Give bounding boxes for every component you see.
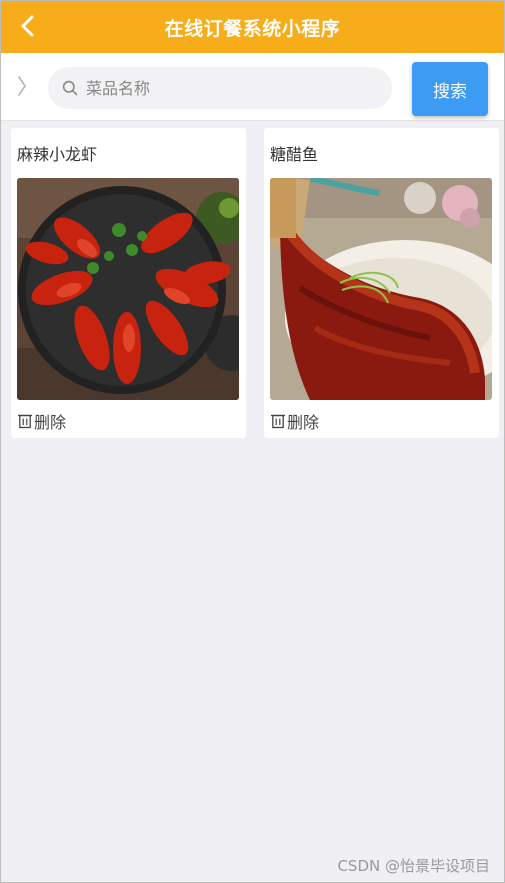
dish-name: 糖醋鱼 — [270, 145, 319, 164]
dish-name: 麻辣小龙虾 — [17, 145, 98, 164]
delete-button[interactable]: 删除 — [270, 409, 319, 433]
search-bar: 搜索 — [1, 53, 504, 121]
header-bar: 在线订餐系统小程序 — [1, 1, 504, 53]
expand-button[interactable] — [13, 73, 31, 99]
delete-label: 删除 — [287, 413, 320, 432]
search-icon — [62, 80, 78, 96]
dish-image-fish[interactable] — [270, 178, 492, 400]
trash-icon — [270, 412, 286, 430]
trash-icon — [17, 412, 33, 430]
dish-card[interactable]: 麻辣小龙虾 删除 — [11, 128, 246, 438]
dish-image-crayfish[interactable] — [17, 178, 239, 400]
dish-card[interactable]: 糖醋鱼 删除 — [264, 128, 499, 438]
page-title: 在线订餐系统小程序 — [164, 17, 341, 40]
watermark: CSDN @怡景毕设项目 — [337, 857, 490, 875]
search-button[interactable]: 搜索 — [412, 62, 488, 116]
delete-button[interactable]: 删除 — [17, 409, 66, 433]
search-field[interactable] — [48, 67, 392, 109]
chevron-right-icon — [18, 76, 26, 96]
search-input[interactable] — [86, 78, 366, 98]
chevron-left-icon — [21, 15, 34, 37]
delete-label: 删除 — [34, 413, 67, 432]
back-button[interactable] — [13, 11, 41, 41]
